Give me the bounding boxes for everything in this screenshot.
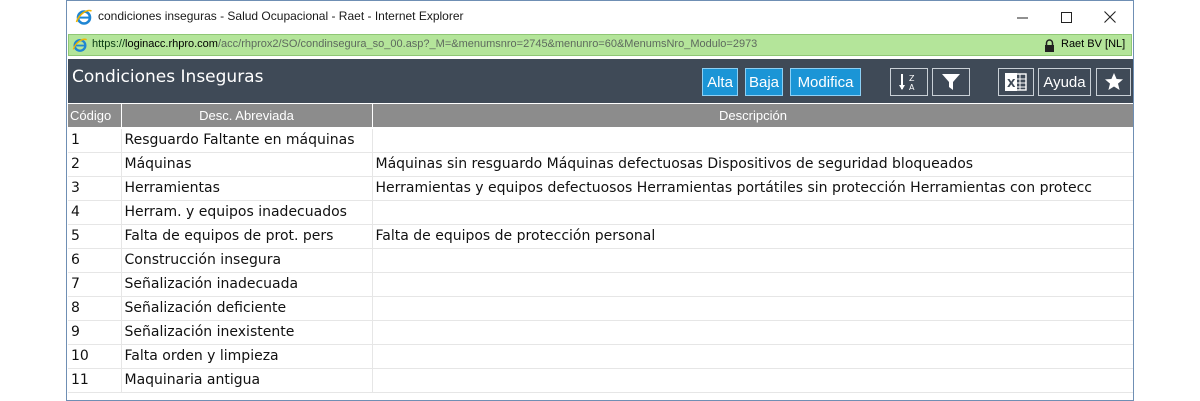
column-header-codigo[interactable]: Código (68, 104, 122, 129)
cell-codigo: 7 (68, 272, 122, 297)
title-bar: condiciones inseguras - Salud Ocupaciona… (67, 1, 1133, 33)
cell-codigo: 10 (68, 344, 122, 369)
table-row[interactable]: 5 Falta de equipos de prot. pers Falta d… (68, 224, 1133, 249)
page-header: Condiciones Inseguras Alta Baja Modifica… (68, 59, 1133, 103)
browser-window: condiciones inseguras - Salud Ocupaciona… (66, 0, 1134, 401)
cell-desc-abreviada: Maquinaria antigua (121, 368, 373, 393)
cell-descripcion (372, 128, 1133, 153)
table-header-row: Código Desc. Abreviada Descripción (68, 104, 1133, 129)
cell-descripcion (372, 248, 1133, 273)
close-icon (1104, 11, 1116, 23)
favorite-button[interactable] (1096, 68, 1131, 96)
maximize-button[interactable] (1043, 1, 1089, 33)
cell-desc-abreviada: Resguardo Faltante en máquinas (121, 128, 373, 153)
column-header-descripcion[interactable]: Descripción (372, 104, 1133, 129)
cell-descripcion (372, 272, 1133, 297)
internet-explorer-icon (75, 9, 92, 25)
page-title: Condiciones Inseguras (72, 67, 264, 87)
alta-button[interactable]: Alta (702, 68, 738, 96)
address-bar[interactable]: https://loginacc.rhpro.com/acc/rhprox2/S… (68, 34, 1132, 56)
url-protocol: https:// (92, 38, 126, 50)
column-header-desc-abreviada[interactable]: Desc. Abreviada (121, 104, 373, 129)
cell-descripcion (372, 320, 1133, 345)
modifica-button[interactable]: Modifica (790, 68, 861, 96)
cell-codigo: 6 (68, 248, 122, 273)
star-icon (1104, 73, 1123, 90)
table-row[interactable]: 11 Maquinaria antigua (68, 368, 1133, 393)
sort-button[interactable]: Z A (890, 68, 928, 96)
filter-icon (942, 74, 960, 90)
cell-desc-abreviada: Señalización inexistente (121, 320, 373, 345)
table-row[interactable]: 2 Máquinas Máquinas sin resguardo Máquin… (68, 152, 1133, 177)
cell-desc-abreviada: Falta orden y limpieza (121, 344, 373, 369)
svg-text:Z: Z (909, 74, 915, 83)
lock-icon[interactable] (1044, 39, 1055, 52)
cell-codigo: 9 (68, 320, 122, 345)
certificate-owner[interactable]: Raet BV [NL] (1061, 38, 1125, 50)
cell-codigo: 11 (68, 368, 122, 393)
sort-alpha-icon: Z A (899, 74, 915, 92)
conditions-table: Código Desc. Abreviada Descripción 1 Res… (68, 104, 1133, 393)
url-domain: loginacc.rhpro.com (125, 38, 218, 50)
svg-text:A: A (909, 83, 915, 92)
excel-icon: X (1005, 73, 1027, 91)
url-text[interactable]: https://loginacc.rhpro.com/acc/rhprox2/S… (92, 38, 757, 50)
cell-desc-abreviada: Señalización inadecuada (121, 272, 373, 297)
table-row[interactable]: 10 Falta orden y limpieza (68, 344, 1133, 369)
cell-codigo: 5 (68, 224, 122, 249)
table-row[interactable]: 3 Herramientas Herramientas y equipos de… (68, 176, 1133, 201)
table-row[interactable]: 7 Señalización inadecuada (68, 272, 1133, 297)
table-row[interactable]: 4 Herram. y equipos inadecuados (68, 200, 1133, 225)
cell-descripcion: Herramientas y equipos defectuosos Herra… (372, 176, 1133, 201)
table-row[interactable]: 8 Señalización deficiente (68, 296, 1133, 321)
ayuda-button[interactable]: Ayuda (1038, 68, 1091, 96)
cell-codigo: 8 (68, 296, 122, 321)
cell-codigo: 1 (68, 128, 122, 153)
cell-descripcion (372, 200, 1133, 225)
cell-desc-abreviada: Señalización deficiente (121, 296, 373, 321)
cell-desc-abreviada: Falta de equipos de prot. pers (121, 224, 373, 249)
baja-button[interactable]: Baja (745, 68, 783, 96)
table-row[interactable]: 1 Resguardo Faltante en máquinas (68, 128, 1133, 153)
table-row[interactable]: 9 Señalización inexistente (68, 320, 1133, 345)
cell-codigo: 2 (68, 152, 122, 177)
maximize-icon (1060, 11, 1072, 23)
minimize-button[interactable] (999, 1, 1045, 33)
cell-codigo: 3 (68, 176, 122, 201)
cell-desc-abreviada: Máquinas (121, 152, 373, 177)
window-title: condiciones inseguras - Salud Ocupaciona… (98, 9, 464, 23)
cell-desc-abreviada: Herramientas (121, 176, 373, 201)
filter-button[interactable] (932, 68, 970, 96)
cell-descripcion (372, 296, 1133, 321)
close-button[interactable] (1087, 1, 1133, 33)
cell-desc-abreviada: Herram. y equipos inadecuados (121, 200, 373, 225)
cell-desc-abreviada: Construcción insegura (121, 248, 373, 273)
url-path: /acc/rhprox2/SO/condinsegura_so_00.asp?_… (217, 38, 758, 50)
cell-codigo: 4 (68, 200, 122, 225)
cell-descripcion (372, 368, 1133, 393)
table-row[interactable]: 6 Construcción insegura (68, 248, 1133, 273)
cell-descripcion: Máquinas sin resguardo Máquinas defectuo… (372, 152, 1133, 177)
minimize-icon (1016, 17, 1028, 18)
cell-descripcion: Falta de equipos de protección personal (372, 224, 1133, 249)
internet-explorer-icon (72, 38, 87, 52)
excel-export-button[interactable]: X (998, 68, 1034, 96)
cell-descripcion (372, 344, 1133, 369)
svg-text:X: X (1007, 77, 1016, 90)
